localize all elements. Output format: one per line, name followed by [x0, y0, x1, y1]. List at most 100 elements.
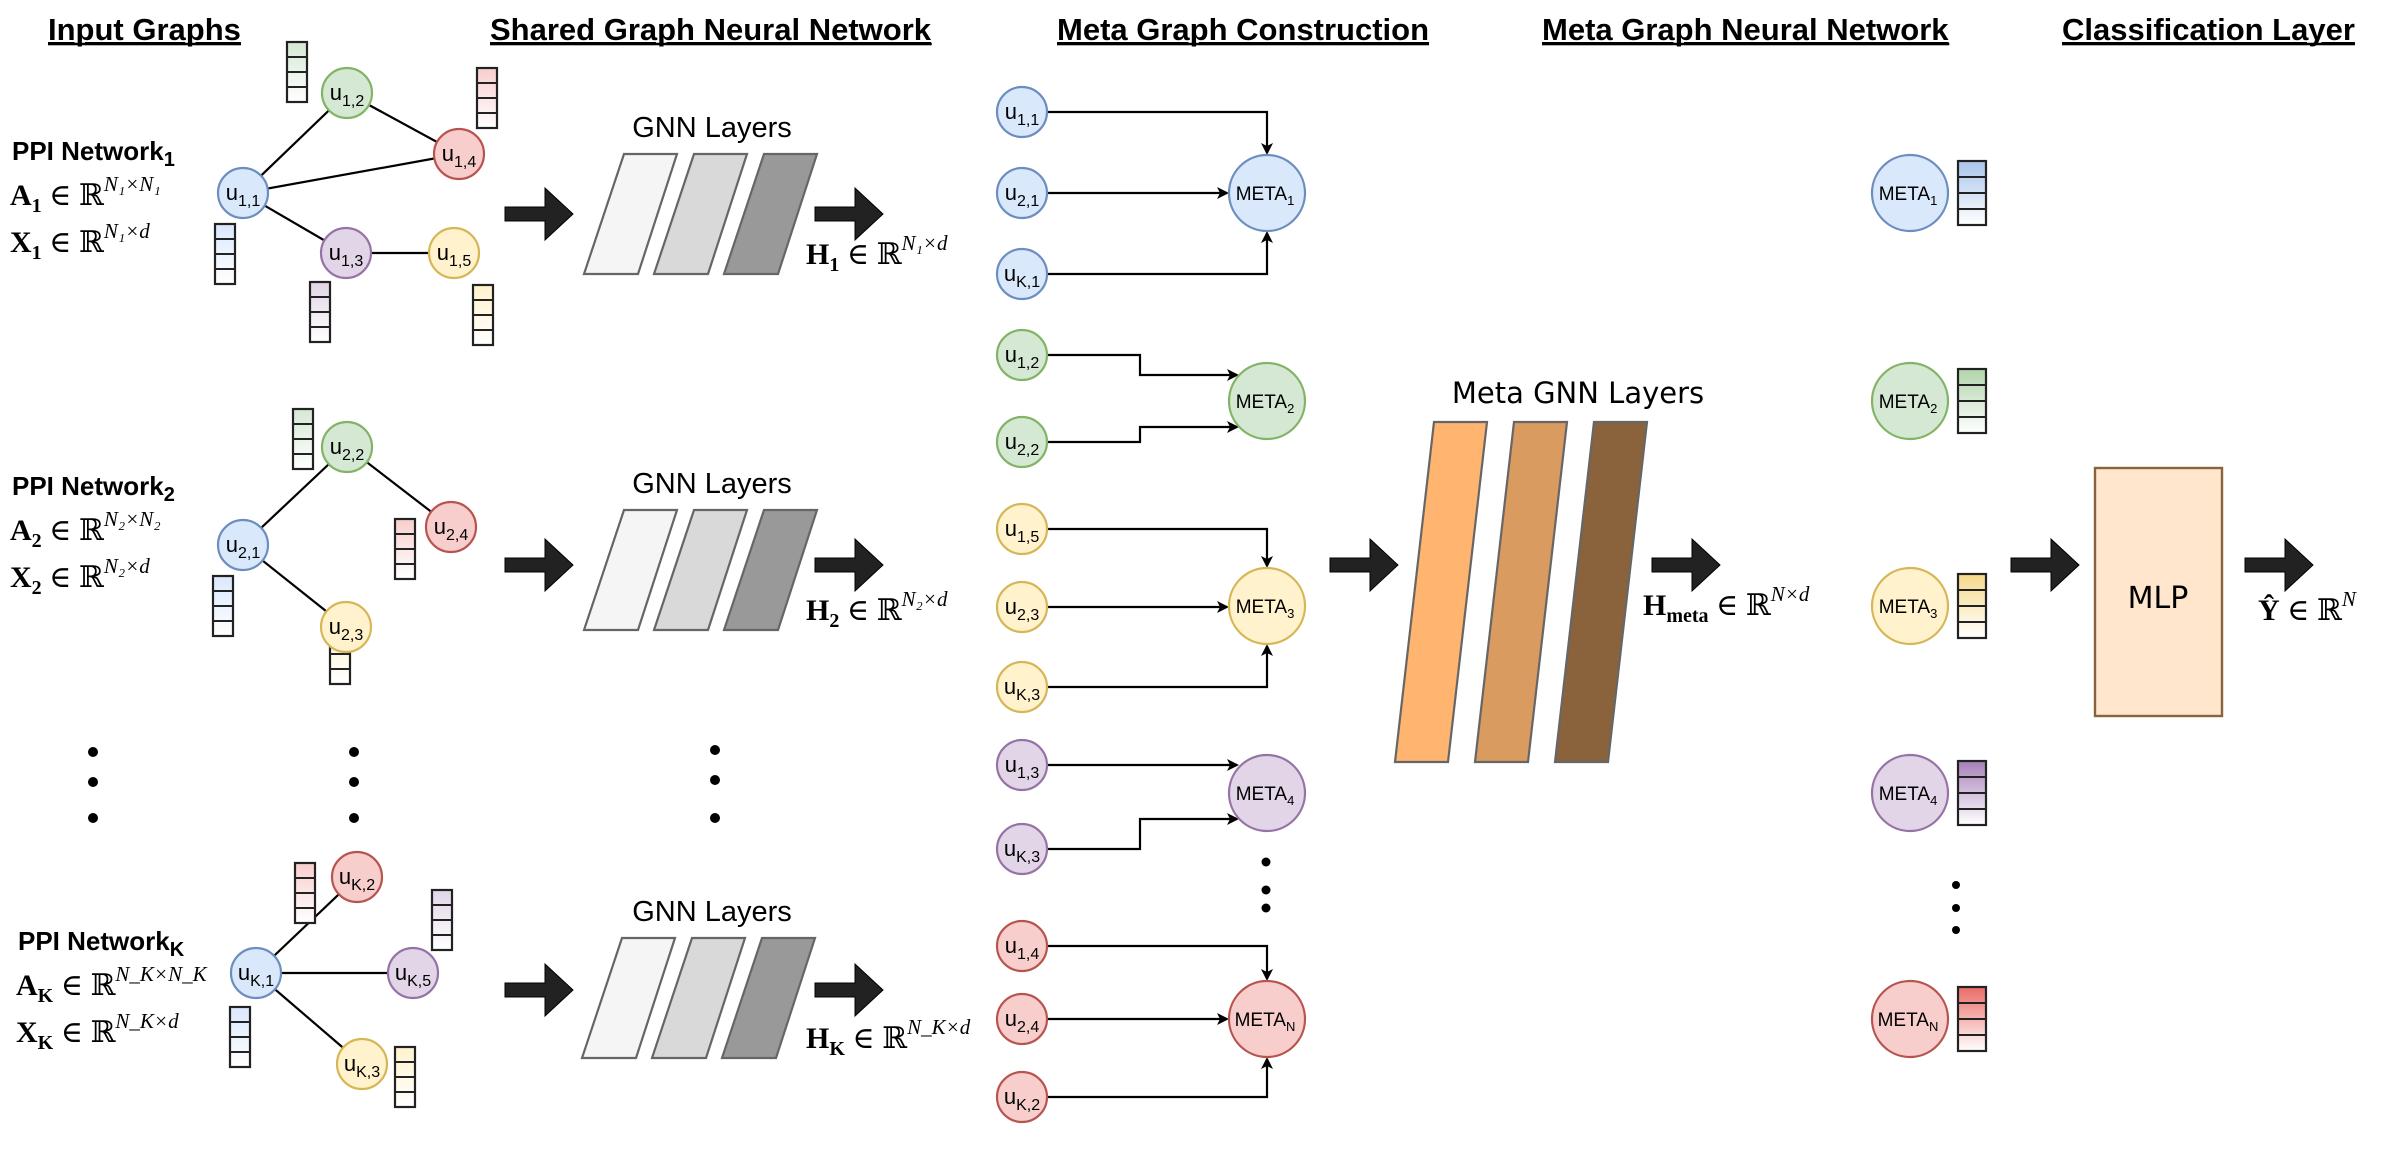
meta-node-label: META4 — [1236, 784, 1295, 808]
shared-gnn-panel: GNN Layers H1 ∈ ℝN₁×d GNN Layers H2 ∈ ℝN₂×d… — [504, 112, 971, 1060]
input-graphs-panel: PPI Network1A1 ∈ ℝN₁×N₁X1 ∈ ℝN₁×d u1,1 u1,… — [10, 40, 499, 1109]
meta-group-4: u1,3 uK,3 META4 — [995, 738, 1307, 876]
graph-node: u1,1 — [995, 85, 1049, 139]
ellipsis-dot — [88, 777, 98, 787]
graph-node: uK,2 — [330, 850, 384, 904]
adjacency-matrix-label: A1 ∈ ℝN₁×N₁ — [10, 172, 161, 217]
graph-node: u2,1 — [995, 166, 1049, 220]
feature-matrix-label: X1 ∈ ℝN₁×d — [10, 219, 150, 264]
meta-node: META1 — [1227, 153, 1307, 233]
graph-node: u1,1 — [216, 166, 270, 220]
classification-panel: MLP Ŷ ∈ ℝN — [2010, 466, 2357, 718]
meta-group-1: u1,1 u2,1 uK,1 META1 — [995, 85, 1307, 301]
feature-vector — [475, 66, 499, 130]
meta-edge — [1047, 231, 1273, 276]
graph-node: u1,2 — [995, 328, 1049, 382]
feature-matrix-label: X2 ∈ ℝN₂×d — [10, 554, 150, 599]
gnn-output-label: H1 ∈ ℝN₁×d — [806, 231, 948, 276]
graph-node: u1,4 — [432, 127, 486, 181]
heading-meta-construction: Meta Graph Construction — [1057, 12, 1429, 47]
gnn-block-K: GNN Layers HK ∈ ℝN_K×d — [504, 896, 971, 1060]
ellipsis-dot — [1261, 885, 1271, 895]
ellipsis-dot — [1952, 926, 1960, 934]
graph-node: u2,2 — [995, 415, 1049, 469]
ellipsis-dot — [349, 777, 359, 787]
input-to-gnn-arrow — [504, 186, 574, 242]
meta-node-label: META2 — [1236, 392, 1295, 416]
gnn-block-1: GNN Layers H1 ∈ ℝN₁×d — [504, 112, 948, 276]
gnn-block-2: GNN Layers H2 ∈ ℝN₂×d — [504, 468, 948, 632]
meta-edge — [1047, 527, 1273, 568]
meta-node-label: META3 — [1236, 597, 1295, 621]
graph-node: u2,3 — [319, 600, 373, 654]
meta-gnn-layers-title: Meta GNN Layers — [1452, 376, 1704, 410]
feature-vector — [1956, 572, 1988, 640]
feature-matrix-label: XK ∈ ℝN_K×d — [16, 1009, 179, 1054]
gnn-output-label: H2 ∈ ℝN₂×d — [806, 587, 948, 632]
gnn-output-arrow — [814, 186, 884, 242]
ellipsis-dot — [1952, 904, 1960, 912]
input-graph-K: PPI NetworkKAK ∈ ℝN_K×N_KXK ∈ ℝN_K×d uK,1… — [16, 850, 454, 1109]
ppi-network-title: PPI Network2 — [12, 471, 175, 506]
ellipsis-dot — [1952, 881, 1960, 889]
meta-node: META2 — [1227, 361, 1307, 441]
meta-gnn-layer-1 — [1393, 420, 1489, 764]
meta-gnn-output-arrow — [1651, 537, 1721, 593]
feature-vector — [1956, 985, 1988, 1053]
meta-node: META4 — [1227, 753, 1307, 833]
meta-embedding-node: META4 — [1870, 753, 1950, 833]
meta-gnn-panel: Meta GNN Layers Hmeta ∈ ℝN×d META1 META2 MET… — [1329, 153, 1988, 1059]
meta-embedding-node: META2 — [1870, 361, 1950, 441]
graph-node: u1,5 — [995, 502, 1049, 556]
feature-vector — [213, 222, 237, 286]
graph-node: u2,4 — [424, 500, 478, 554]
meta-gnn-layer-2 — [1473, 420, 1569, 764]
gnn-layers-title: GNN Layers — [632, 112, 792, 144]
ellipsis-dot — [349, 813, 359, 823]
graph-node: uK,3 — [335, 1037, 389, 1091]
meta-edge — [1047, 813, 1239, 851]
ellipsis-dot — [710, 745, 720, 755]
feature-vector — [285, 40, 309, 104]
meta-node-label: META1 — [1879, 184, 1938, 208]
architecture-diagram: Input Graphs Shared Graph Neural Network… — [10, 12, 2357, 1124]
meta-edge — [1047, 1057, 1273, 1099]
ellipsis-dot — [1261, 857, 1271, 867]
meta-gnn-layer-3 — [1553, 420, 1649, 764]
heading-shared-gnn: Shared Graph Neural Network — [490, 12, 932, 47]
mlp-output-arrow — [2244, 537, 2314, 593]
meta-edge — [1047, 421, 1239, 444]
meta-gnn-output-label: Hmeta ∈ ℝN×d — [1643, 582, 1810, 627]
meta-edge — [1047, 944, 1273, 981]
prediction-output-label: Ŷ ∈ ℝN — [2258, 587, 2357, 627]
gnn-output-arrow — [814, 537, 884, 593]
meta-embedding-3: META3 — [1870, 566, 1988, 646]
graph-node: uK,5 — [386, 946, 440, 1000]
graph-node: uK,2 — [995, 1070, 1049, 1124]
meta-embedding-node: METAN — [1870, 979, 1950, 1059]
meta-node-label: META3 — [1879, 597, 1938, 621]
graph-node: uK,1 — [995, 247, 1049, 301]
feature-vector — [308, 280, 332, 344]
graph-node: u1,5 — [427, 226, 481, 280]
gnn-output-arrow — [814, 962, 884, 1018]
graph-node: u1,3 — [995, 738, 1049, 792]
feature-vector — [291, 407, 315, 471]
feature-vector — [430, 888, 454, 952]
graph-node: u1,2 — [320, 66, 374, 120]
meta-node: META3 — [1227, 566, 1307, 646]
section-headings: Input Graphs Shared Graph Neural Network… — [48, 12, 2355, 47]
graph-edge — [242, 152, 460, 195]
meta-group-2: u1,2 u2,2 META2 — [995, 328, 1307, 469]
gnn-layers-title: GNN Layers — [632, 896, 792, 928]
feature-vector — [393, 1045, 417, 1109]
meta-embedding-node: META3 — [1870, 566, 1950, 646]
input-to-gnn-arrow — [504, 962, 574, 1018]
ellipsis-dot — [88, 747, 98, 757]
gnn-output-label: HK ∈ ℝN_K×d — [806, 1015, 971, 1060]
meta-group-N: u1,4 u2,4 uK,2 METAN — [995, 919, 1307, 1124]
meta-node: METAN — [1227, 979, 1307, 1059]
meta-node-label: META4 — [1879, 784, 1938, 808]
input-graph-2: PPI Network2A2 ∈ ℝN₂×N₂X2 ∈ ℝN₂×d u2,1 u2,… — [10, 407, 478, 686]
feature-vector — [393, 517, 417, 581]
